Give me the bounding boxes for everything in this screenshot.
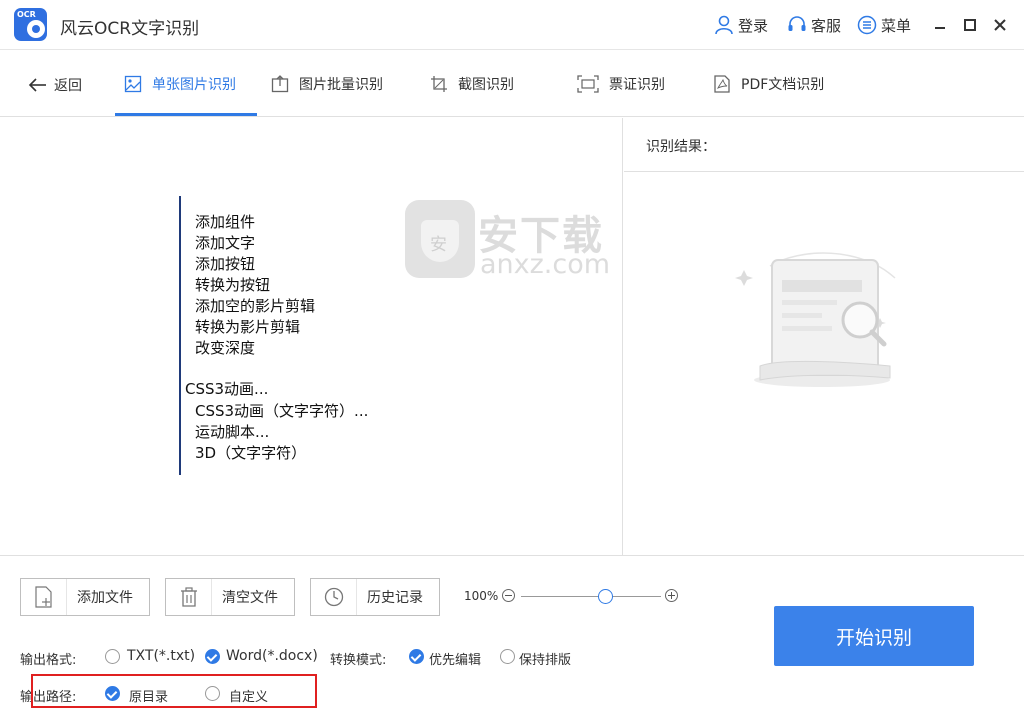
trash-icon [166,579,212,615]
watermark-shield-text: 安 [430,235,447,255]
tab-batch-image[interactable]: 图片批量识别 [271,51,383,116]
maximize-icon[interactable] [961,16,979,34]
service-label: 客服 [811,16,842,35]
add-file-button[interactable]: 添加文件 [20,578,150,616]
tab-label: PDF文档识别 [741,76,825,93]
zoom-out-icon[interactable] [502,589,515,602]
app-logo-text: OCR [17,10,36,19]
add-file-label: 添加文件 [77,590,133,606]
preview-line: 3D（文字字符） [195,444,307,462]
start-recognition-button[interactable]: 开始识别 [774,606,974,666]
crop-icon [430,75,448,93]
user-icon [715,15,733,35]
preview-line: CSS3动画（文字字符）... [195,402,369,420]
preview-line: CSS3动画... [185,380,269,398]
eye-icon [27,20,45,38]
history-button[interactable]: 历史记录 [310,578,440,616]
preview-line: 添加文字 [195,234,256,252]
preview-line: 运动脚本... [195,423,270,441]
history-label: 历史记录 [367,590,423,606]
service-button[interactable]: 客服 [787,14,841,36]
format-word-radio[interactable] [205,649,220,664]
pdf-icon [713,74,731,93]
menu-icon [857,15,877,35]
mode-edit-radio[interactable] [409,649,424,664]
empty-document-search-icon [735,252,896,387]
clock-icon [311,579,357,615]
tab-bar: 返回 单张图片识别 图片批量识别 截图识别 票证识别 PDF文档识别 [0,51,1024,117]
tab-label: 图片批量识别 [299,76,383,93]
active-tab-indicator [115,113,257,116]
tab-screenshot[interactable]: 截图识别 [430,51,514,116]
convert-mode-label: 转换模式: [330,653,387,668]
preview-line: 改变深度 [195,339,256,357]
watermark-url: anxz.com [480,249,611,280]
tab-ticket[interactable]: 票证识别 [577,51,665,116]
arrow-left-icon [28,78,46,92]
result-header: 识别结果： [624,118,1024,172]
file-add-icon [21,579,67,615]
close-icon[interactable] [991,16,1009,34]
login-label: 登录 [738,16,769,35]
format-txt-radio[interactable] [105,649,120,664]
tab-single-image[interactable]: 单张图片识别 [124,51,236,116]
result-label: 识别结果： [646,139,716,155]
tab-label: 截图识别 [458,76,514,93]
mode-edit-label[interactable]: 优先编辑 [429,649,481,668]
tab-label: 票证识别 [609,76,665,93]
zoom-level: 100% [464,589,499,603]
preview-line: 转换为按钮 [195,276,271,294]
tab-label: 单张图片识别 [152,76,236,93]
output-format-label: 输出格式: [20,653,77,668]
mode-layout-label[interactable]: 保持排版 [519,649,571,668]
zoom-in-icon[interactable] [665,589,678,602]
clear-files-label: 清空文件 [222,590,278,606]
headset-icon [788,16,806,31]
app-title: 风云OCR文字识别 [60,19,200,39]
preview-line: 转换为影片剪辑 [195,318,301,336]
preview-line: 添加按钮 [195,255,256,273]
image-preview-pane[interactable]: 添加组件 添加文字 添加按钮 转换为按钮 添加空的影片剪辑 转换为影片剪辑 改变… [0,118,623,555]
title-bar: OCR 风云OCR文字识别 登录 客服 菜单 [0,0,1024,50]
mode-layout-radio[interactable] [500,649,515,664]
scan-icon [577,74,599,93]
preview-line: 添加组件 [195,213,256,231]
zoom-slider[interactable] [521,596,661,597]
app-logo: OCR [14,8,47,41]
menu-button[interactable]: 菜单 [857,14,911,36]
format-word-label[interactable]: Word(*.docx) [226,648,318,664]
upload-icon [271,74,289,93]
back-button[interactable]: 返回 [28,75,82,95]
preview-line: 添加空的影片剪辑 [195,297,316,315]
highlight-annotation-box [31,674,317,708]
document-left-border [179,196,181,475]
minimize-icon[interactable] [931,16,949,34]
image-icon [124,75,142,93]
clear-files-button[interactable]: 清空文件 [165,578,295,616]
menu-label: 菜单 [881,16,912,35]
tab-pdf[interactable]: PDF文档识别 [713,51,824,116]
zoom-slider-handle[interactable] [597,589,613,604]
format-txt-label[interactable]: TXT(*.txt) [127,648,195,664]
back-label: 返回 [54,78,82,94]
login-button[interactable]: 登录 [714,14,768,36]
